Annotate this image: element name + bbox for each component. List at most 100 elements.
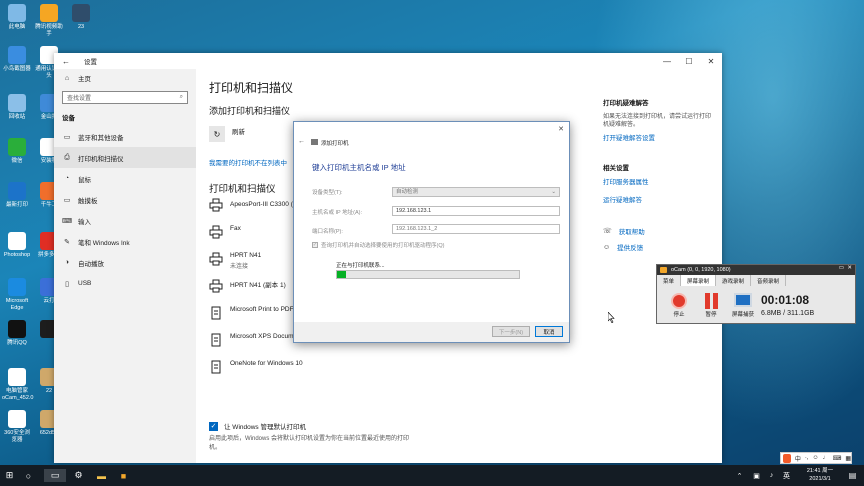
dialog-close-icon[interactable]: ✕: [558, 125, 564, 133]
ocam-tab[interactable]: 菜单: [657, 275, 682, 286]
ime-mic-icon[interactable]: ♩: [823, 455, 829, 461]
default-printer-label: 让 Windows 管理默认打印机: [224, 424, 306, 431]
sidebar-item-icon: ▯: [65, 280, 69, 288]
chevron-up-icon[interactable]: ⌃: [733, 469, 746, 482]
desktop-icon[interactable]: 微信: [2, 138, 32, 165]
sidebar-item[interactable]: ▭ 蓝牙和其他设备: [54, 126, 196, 147]
ocam-close-icon[interactable]: ✕: [847, 265, 852, 271]
desktop-app-icon: [8, 368, 26, 386]
network-icon[interactable]: ▣: [750, 469, 763, 482]
maximize-icon[interactable]: ☐: [678, 53, 700, 69]
search-taskbar-icon[interactable]: ○: [22, 469, 35, 482]
desktop-icon[interactable]: 电脑管家 oCam_452.0: [2, 368, 34, 401]
ime-skin-icon[interactable]: ▦: [845, 455, 851, 462]
monitor-icon: [734, 293, 752, 307]
sidebar-item[interactable]: ⌨ 输入: [54, 210, 196, 231]
desktop-icon[interactable]: 小鸟截图器: [2, 46, 32, 73]
stop-button[interactable]: 停止: [667, 293, 691, 318]
screen-capture-button[interactable]: 屏幕捕获: [729, 293, 757, 318]
printer-item[interactable]: HPRT N41 未连接: [209, 252, 261, 270]
print-server-link[interactable]: 打印服务器属性: [603, 176, 713, 186]
ime-emoji-icon[interactable]: ☺: [813, 455, 819, 461]
volume-icon[interactable]: ♪: [765, 469, 778, 482]
ocam-tab[interactable]: 音频录制: [751, 275, 787, 286]
printer-icon: [209, 279, 223, 293]
printer-small-icon: [311, 139, 318, 145]
ime-chinese-icon[interactable]: 中: [795, 454, 801, 463]
printer-item[interactable]: Fax: [209, 225, 241, 239]
ocam-tab[interactable]: 游戏录制: [716, 275, 752, 286]
sidebar-item[interactable]: ▭ 触摸板: [54, 189, 196, 210]
printer-item[interactable]: ApeosPort-III C3300 (复: [209, 198, 299, 212]
query-checkbox[interactable]: ✓ 查询打印机并自动选择要使用的打印机驱动程序(Q): [312, 241, 444, 249]
printer-name: HPRT N41 (副本 1): [230, 282, 286, 289]
sidebar-item[interactable]: ⎙ 打印机和扫描仪: [54, 147, 196, 168]
desktop-icon-label: 此电脑: [8, 24, 26, 30]
refresh-button[interactable]: ↻ 刷新: [209, 126, 245, 142]
printer-item[interactable]: OneNote for Windows 10: [209, 360, 303, 374]
troubleshoot-link[interactable]: 打开疑难解答设置: [603, 132, 713, 142]
document-printer-icon: [209, 333, 223, 347]
sidebar-home[interactable]: ⌂ 主页: [54, 69, 196, 87]
printer-item[interactable]: HPRT N41 (副本 1): [209, 279, 286, 293]
minimize-icon[interactable]: —: [656, 53, 678, 69]
desktop-icon[interactable]: 23: [66, 4, 96, 31]
host-input[interactable]: 192.168.123.1: [392, 206, 560, 216]
settings-gear-icon[interactable]: ⚙: [72, 469, 85, 482]
desktop-icon[interactable]: 最新打印: [2, 182, 32, 209]
cancel-button[interactable]: 取消: [535, 326, 563, 337]
progress-bar: [336, 270, 520, 279]
sidebar-item[interactable]: ▯ USB: [54, 273, 196, 294]
printer-item[interactable]: Microsoft Print to PDF: [209, 306, 294, 320]
right-column: 打印机疑难解答 如果无法连接到打印机，请尝试运行打印机疑难解答。 打开疑难解答设…: [603, 97, 713, 252]
run-troubleshoot-link[interactable]: 运行疑难解答: [603, 194, 713, 204]
close-icon[interactable]: ✕: [700, 53, 722, 69]
window-title: 设置: [84, 59, 97, 66]
folder-icon[interactable]: ▬: [95, 469, 108, 482]
not-listed-link[interactable]: 我需要的打印机不在列表中: [209, 157, 287, 167]
desktop-icon[interactable]: Photoshop: [2, 232, 32, 259]
sogou-icon[interactable]: [783, 453, 791, 463]
desktop-icon-label: 360安全浏览器: [4, 430, 30, 443]
device-type-select[interactable]: 自动检测 ⌄: [392, 187, 560, 197]
desktop-icon[interactable]: 腾讯QQ: [2, 320, 32, 347]
ocam-taskbar-icon[interactable]: ■: [117, 469, 130, 482]
default-printer-checkbox[interactable]: ✓ 让 Windows 管理默认打印机: [209, 421, 306, 431]
start-windows-icon[interactable]: ⊞: [3, 469, 16, 482]
search-input[interactable]: 查找设置 ⌕: [62, 91, 188, 104]
sidebar-item[interactable]: ✎ 笔和 Windows Ink: [54, 231, 196, 252]
sidebar-item[interactable]: ◑ 自动播放: [54, 252, 196, 273]
chevron-down-icon: ⌄: [551, 189, 556, 195]
desktop-app-icon: [72, 4, 90, 22]
feedback-link[interactable]: ☺ 提供反馈: [603, 242, 713, 253]
back-arrow-icon[interactable]: ←: [62, 57, 70, 66]
ocam-titlebar: oCam (0, 0, 1920, 1080) ▭ ✕: [657, 265, 855, 275]
ime-keyboard-icon[interactable]: ⌨: [833, 455, 842, 462]
desktop-icon[interactable]: 回收站: [2, 94, 32, 121]
ocam-minimize-icon[interactable]: ▭: [839, 265, 844, 271]
port-input[interactable]: 192.168.123.1_2: [392, 224, 560, 234]
printer-name: ApeosPort-III C3300 (复: [230, 201, 300, 208]
ime-punct-icon[interactable]: ·,: [805, 455, 809, 461]
task-view-icon[interactable]: ▭: [44, 469, 66, 482]
clock[interactable]: 21:41 周一 2021/3/1: [800, 468, 840, 483]
refresh-label: 刷新: [232, 129, 245, 136]
desktop-icon[interactable]: 此电脑: [2, 4, 32, 31]
ime-indicator[interactable]: 英: [780, 469, 793, 482]
desktop-icon-label: 23: [77, 24, 85, 30]
dialog-back-icon[interactable]: ←: [298, 138, 305, 145]
searching-text: 正在与打印机联系...: [336, 263, 385, 269]
pause-button[interactable]: 暂停: [699, 293, 723, 318]
notification-icon[interactable]: ▤: [846, 469, 859, 482]
next-button[interactable]: 下一步(N): [492, 326, 530, 337]
desktop-icon[interactable]: Microsoft Edge: [2, 278, 32, 311]
printer-item[interactable]: Microsoft XPS Docume: [209, 333, 297, 347]
troubleshoot-title: 打印机疑难解答: [603, 100, 649, 107]
sidebar-item[interactable]: ◔ 鼠标: [54, 168, 196, 189]
desktop-icon[interactable]: 360安全浏览器: [2, 410, 32, 443]
get-help-link[interactable]: ☏ 获取帮助: [603, 226, 713, 236]
sidebar-item-icon: ✎: [64, 238, 70, 246]
desktop-icon[interactable]: 腾讯视频助手: [34, 4, 64, 37]
document-printer-icon: [209, 360, 223, 374]
ocam-tab[interactable]: 屏幕录制: [681, 275, 717, 286]
